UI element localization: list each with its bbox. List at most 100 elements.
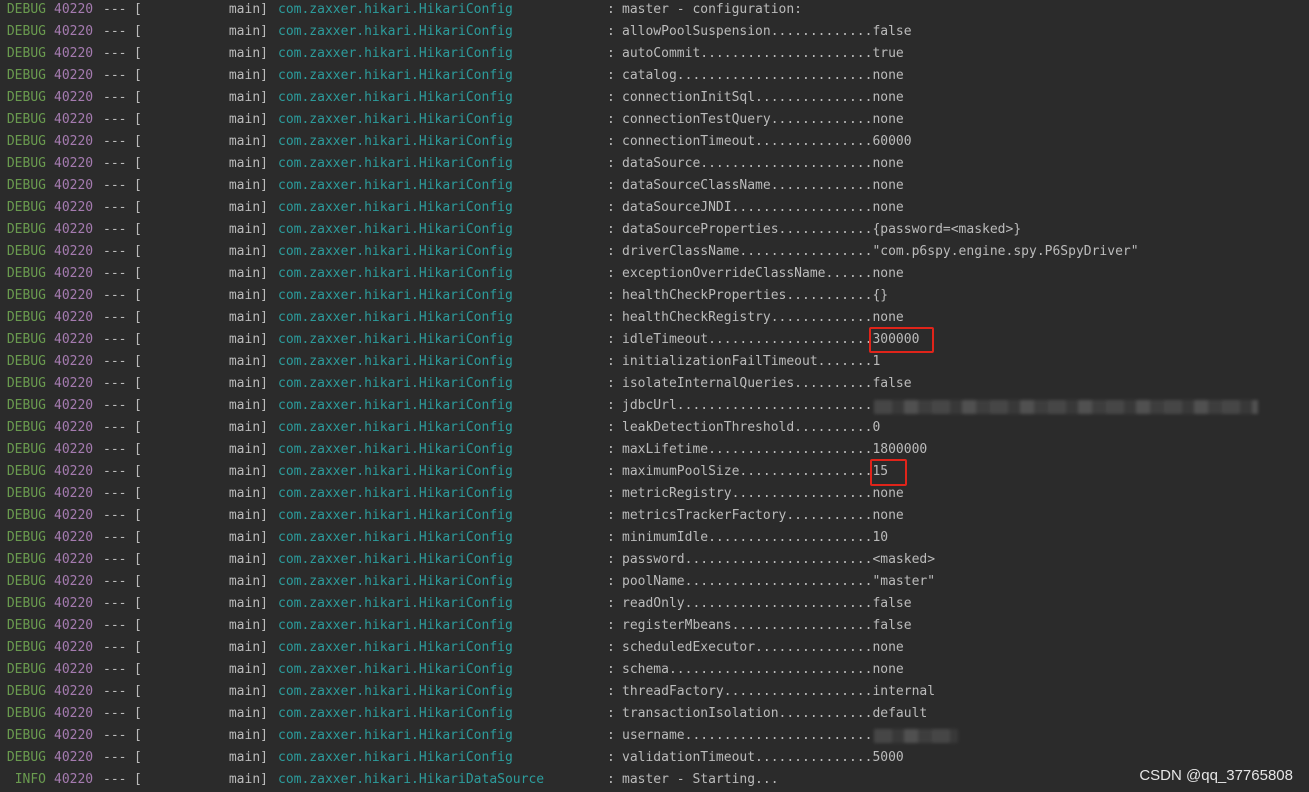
logger-name-link[interactable]: com.zaxxer.hikari.HikariConfig	[278, 0, 513, 21]
log-message: connectionTestQuery.............none	[622, 112, 904, 127]
colon: :	[607, 354, 615, 369]
thread-open-bracket: [	[134, 354, 142, 369]
colon: :	[607, 90, 615, 105]
logger-name-link[interactable]: com.zaxxer.hikari.HikariConfig	[278, 527, 513, 549]
logger-name-link[interactable]: com.zaxxer.hikari.HikariConfig	[278, 703, 513, 725]
logger-name-link[interactable]: com.zaxxer.hikari.HikariConfig	[278, 153, 513, 175]
separator: ---	[103, 420, 127, 435]
logger-name-link[interactable]: com.zaxxer.hikari.HikariConfig	[278, 571, 513, 593]
logger-name-link[interactable]: com.zaxxer.hikari.HikariDataSource	[278, 769, 544, 791]
log-message: maxLifetime.....................1800000	[622, 442, 928, 457]
process-id: 40220	[54, 772, 94, 787]
thread-label: main]	[228, 486, 268, 501]
thread-label: main]	[228, 376, 268, 391]
thread-open-bracket: [	[134, 464, 142, 479]
log-message: readOnly........................false	[622, 596, 912, 611]
console-output[interactable]: DEBUG 40220 --- [ main] com.zaxxer.hikari.Hik…	[0, 0, 1309, 792]
log-message: threadFactory...................internal	[622, 684, 936, 699]
logger-name-link[interactable]: com.zaxxer.hikari.HikariConfig	[278, 329, 513, 351]
logger-name-link[interactable]: com.zaxxer.hikari.HikariConfig	[278, 175, 513, 197]
thread-label: main]	[228, 46, 268, 61]
logger-name-link[interactable]: com.zaxxer.hikari.HikariConfig	[278, 637, 513, 659]
logger-name-link[interactable]: com.zaxxer.hikari.HikariConfig	[278, 659, 513, 681]
logger-name-link[interactable]: com.zaxxer.hikari.HikariConfig	[278, 725, 513, 747]
thread-open-bracket: [	[134, 442, 142, 457]
logger-name-link[interactable]: com.zaxxer.hikari.HikariConfig	[278, 351, 513, 373]
logger-name-link[interactable]: com.zaxxer.hikari.HikariConfig	[278, 549, 513, 571]
colon: :	[607, 200, 615, 215]
log-level: DEBUG	[6, 420, 46, 435]
logger-name-link[interactable]: com.zaxxer.hikari.HikariConfig	[278, 21, 513, 43]
process-id: 40220	[54, 46, 94, 61]
separator: ---	[103, 112, 127, 127]
colon: :	[607, 596, 615, 611]
logger-name-link[interactable]: com.zaxxer.hikari.HikariConfig	[278, 395, 513, 417]
log-message: username........................	[622, 728, 873, 743]
colon: :	[607, 530, 615, 545]
log-message: password........................<masked>	[622, 552, 936, 567]
colon: :	[607, 288, 615, 303]
colon: :	[607, 772, 615, 787]
logger-name-link[interactable]: com.zaxxer.hikari.HikariConfig	[278, 109, 513, 131]
thread-open-bracket: [	[134, 24, 142, 39]
process-id: 40220	[54, 24, 94, 39]
logger-name-link[interactable]: com.zaxxer.hikari.HikariConfig	[278, 219, 513, 241]
logger-name-link[interactable]: com.zaxxer.hikari.HikariConfig	[278, 417, 513, 439]
logger-name-link[interactable]: com.zaxxer.hikari.HikariConfig	[278, 197, 513, 219]
separator: ---	[103, 200, 127, 215]
thread-label: main]	[228, 200, 268, 215]
log-message: idleTimeout.....................300000	[622, 332, 920, 347]
logger-name-link[interactable]: com.zaxxer.hikari.HikariConfig	[278, 241, 513, 263]
logger-name-link[interactable]: com.zaxxer.hikari.HikariConfig	[278, 747, 513, 769]
watermark: CSDN @qq_37765808	[1139, 767, 1293, 784]
logger-name-link[interactable]: com.zaxxer.hikari.HikariConfig	[278, 131, 513, 153]
colon: :	[607, 552, 615, 567]
log-level: DEBUG	[6, 662, 46, 677]
logger-name-link[interactable]: com.zaxxer.hikari.HikariConfig	[278, 263, 513, 285]
log-line: DEBUG 40220 --- [main] com.zaxxer.hikari.Hik…	[0, 527, 1309, 549]
thread-label: main]	[228, 772, 268, 787]
logger-name-link[interactable]: com.zaxxer.hikari.HikariConfig	[278, 593, 513, 615]
logger-name-link[interactable]: com.zaxxer.hikari.HikariConfig	[278, 285, 513, 307]
separator: ---	[103, 24, 127, 39]
thread-open-bracket: [	[134, 156, 142, 171]
log-message: transactionIsolation............default	[622, 706, 928, 721]
logger-name-link[interactable]: com.zaxxer.hikari.HikariConfig	[278, 373, 513, 395]
logger-name-link[interactable]: com.zaxxer.hikari.HikariConfig	[278, 307, 513, 329]
process-id: 40220	[54, 508, 94, 523]
log-message: dataSource......................none	[622, 156, 904, 171]
logger-name-link[interactable]: com.zaxxer.hikari.HikariConfig	[278, 681, 513, 703]
log-level: DEBUG	[6, 706, 46, 721]
log-line: DEBUG 40220 --- [main] com.zaxxer.hikari.Hik…	[0, 131, 1309, 153]
log-message: allowPoolSuspension.............false	[622, 24, 912, 39]
logger-name-link[interactable]: com.zaxxer.hikari.HikariConfig	[278, 43, 513, 65]
thread-open-bracket: [	[134, 750, 142, 765]
colon: :	[607, 244, 615, 259]
log-message: isolateInternalQueries..........false	[622, 376, 912, 391]
logger-name-link[interactable]: com.zaxxer.hikari.HikariConfig	[278, 65, 513, 87]
colon: :	[607, 684, 615, 699]
log-line: DEBUG 40220 --- [main] com.zaxxer.hikari.Hik…	[0, 65, 1309, 87]
log-message: healthCheckProperties...........{}	[622, 288, 889, 303]
log-line: DEBUG 40220 --- [main] com.zaxxer.hikari.Hik…	[0, 263, 1309, 285]
log-line: DEBUG 40220 --- [main] com.zaxxer.hikari.Hik…	[0, 417, 1309, 439]
process-id: 40220	[54, 618, 94, 633]
process-id: 40220	[54, 750, 94, 765]
log-level: DEBUG	[6, 442, 46, 457]
process-id: 40220	[54, 222, 94, 237]
log-message: master - Starting...	[622, 772, 779, 787]
logger-name-link[interactable]: com.zaxxer.hikari.HikariConfig	[278, 483, 513, 505]
separator: ---	[103, 2, 127, 17]
thread-open-bracket: [	[134, 706, 142, 721]
logger-name-link[interactable]: com.zaxxer.hikari.HikariConfig	[278, 461, 513, 483]
logger-name-link[interactable]: com.zaxxer.hikari.HikariConfig	[278, 615, 513, 637]
thread-open-bracket: [	[134, 222, 142, 237]
log-message: dataSourceJNDI..................none	[622, 200, 904, 215]
logger-name-link[interactable]: com.zaxxer.hikari.HikariConfig	[278, 87, 513, 109]
log-level: DEBUG	[6, 90, 46, 105]
log-line: DEBUG 40220 --- [main] com.zaxxer.hikari.Hik…	[0, 439, 1309, 461]
log-level: DEBUG	[6, 552, 46, 567]
logger-name-link[interactable]: com.zaxxer.hikari.HikariConfig	[278, 439, 513, 461]
log-line: DEBUG 40220 --- [main] com.zaxxer.hikari.Hik…	[0, 725, 1309, 747]
logger-name-link[interactable]: com.zaxxer.hikari.HikariConfig	[278, 505, 513, 527]
